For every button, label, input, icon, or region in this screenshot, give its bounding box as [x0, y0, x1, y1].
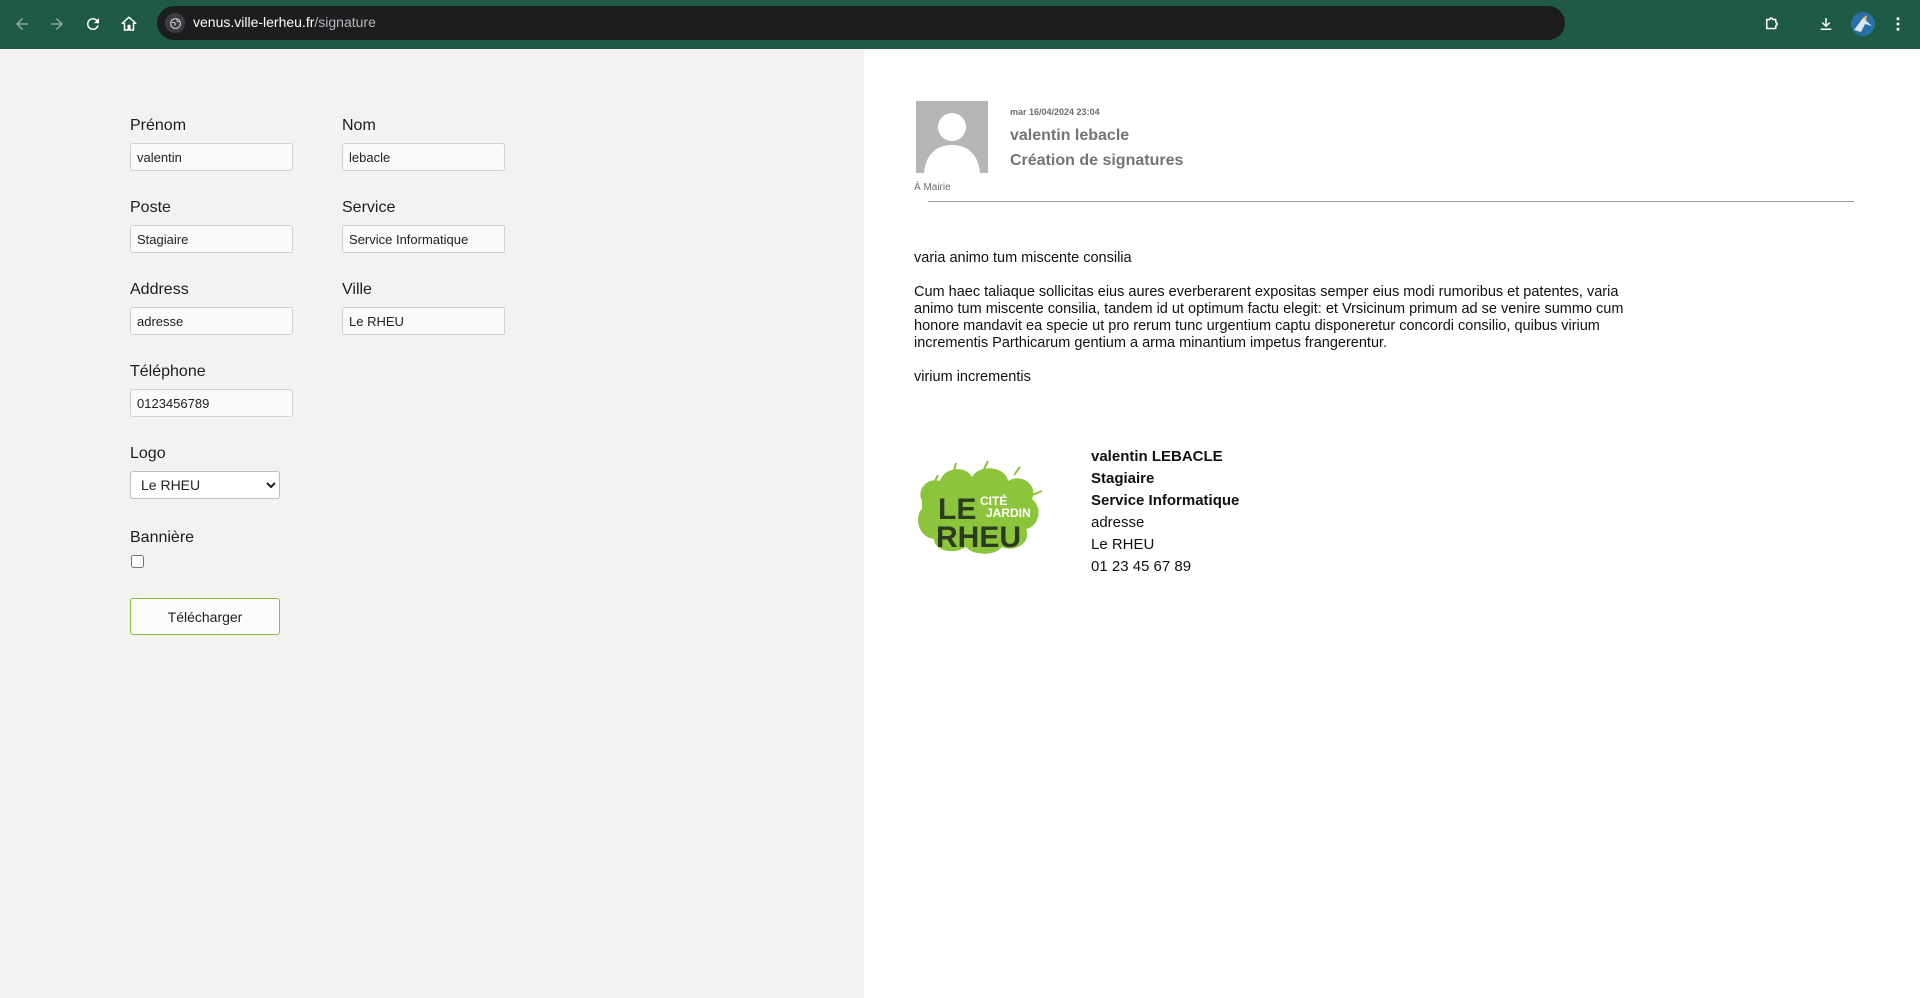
- site-info-icon[interactable]: [165, 13, 185, 33]
- message-recipient: À Mairie: [914, 182, 951, 193]
- lastname-label: Nom: [342, 117, 376, 134]
- reload-button[interactable]: [79, 10, 107, 38]
- back-button[interactable]: [8, 10, 36, 38]
- banner-label: Bannière: [130, 529, 195, 546]
- signature-details: valentin LEBACLE Stagiaire Service Infor…: [1091, 446, 1239, 578]
- lastname-field: Nom: [342, 117, 505, 171]
- forward-button[interactable]: [43, 10, 71, 38]
- more-vertical-icon: [1896, 17, 1900, 31]
- banner-checkbox[interactable]: [131, 555, 144, 568]
- message-date: mar 16/04/2024 23:04: [1010, 107, 1100, 117]
- profile-avatar[interactable]: [1851, 12, 1875, 36]
- position-input[interactable]: [130, 225, 293, 253]
- city-field: Ville: [342, 281, 505, 335]
- signature-phone: 01 23 45 67 89: [1091, 558, 1192, 575]
- address-bar[interactable]: venus.ville-lerheu.fr/signature: [157, 6, 1565, 40]
- city-input[interactable]: [342, 307, 505, 335]
- service-input[interactable]: [342, 225, 505, 253]
- position-field: Poste: [130, 199, 293, 253]
- header-divider: [928, 201, 1854, 202]
- sender-avatar-icon: [916, 101, 988, 173]
- message-sender: valentin lebacle: [1010, 127, 1130, 144]
- url-path: /signature: [314, 14, 376, 30]
- firstname-label: Prénom: [130, 117, 187, 134]
- reload-icon: [86, 18, 99, 31]
- menu-button[interactable]: [1884, 10, 1912, 38]
- message-subject: Création de signatures: [1010, 152, 1184, 169]
- download-button[interactable]: Télécharger: [130, 598, 280, 635]
- signature-name: valentin LEBACLE: [1091, 448, 1223, 465]
- download-icon: [1820, 18, 1832, 30]
- service-field: Service: [342, 199, 505, 253]
- address-label: Address: [130, 281, 189, 298]
- phone-field: Téléphone: [130, 363, 293, 417]
- body-paragraph-2: Cum haec taliaque sollicitas eius aures …: [914, 284, 1624, 351]
- signature-form: Prénom Nom Poste Service Address Ville T…: [0, 49, 864, 998]
- home-icon: [121, 16, 137, 31]
- logo-label: Logo: [130, 445, 166, 462]
- phone-label: Téléphone: [130, 363, 206, 380]
- address-field: Address: [130, 281, 293, 335]
- url-text: venus.ville-lerheu.fr/signature: [193, 14, 376, 30]
- arrow-right-icon: [51, 18, 63, 30]
- url-host: venus.ville-lerheu.fr: [193, 14, 315, 30]
- le-rheu-logo: LE CITÉ JARDIN RHEU: [914, 460, 1044, 555]
- browser-toolbar: venus.ville-lerheu.fr/signature: [0, 0, 1920, 49]
- firstname-field: Prénom: [130, 117, 293, 171]
- logo-text-rheu: RHEU: [936, 521, 1021, 554]
- signature-service: Service Informatique: [1091, 492, 1240, 509]
- address-input[interactable]: [130, 307, 293, 335]
- banner-field: Bannière: [130, 529, 293, 573]
- logo-select[interactable]: Le RHEU: [130, 471, 280, 499]
- phone-input[interactable]: [130, 389, 293, 417]
- signature-address: adresse: [1091, 514, 1145, 531]
- lastname-input[interactable]: [342, 143, 505, 171]
- body-paragraph-3: virium incrementis: [914, 369, 1031, 385]
- home-button[interactable]: [115, 10, 143, 38]
- signature-city: Le RHEU: [1091, 536, 1155, 553]
- body-paragraph-1: varia animo tum miscente consilia: [914, 250, 1132, 266]
- extensions-button[interactable]: [1758, 10, 1786, 38]
- firstname-input[interactable]: [130, 143, 293, 171]
- position-label: Poste: [130, 199, 171, 216]
- email-preview: mar 16/04/2024 23:04 valentin lebacle Cr…: [864, 49, 1920, 998]
- logo-text-jardin: JARDIN: [986, 506, 1031, 520]
- city-label: Ville: [342, 281, 372, 298]
- downloads-button[interactable]: [1812, 10, 1840, 38]
- signature-position: Stagiaire: [1091, 470, 1155, 487]
- logo-field: Logo Le RHEU: [130, 445, 293, 499]
- service-label: Service: [342, 199, 396, 216]
- arrow-left-icon: [16, 18, 28, 30]
- puzzle-icon: [1766, 17, 1778, 30]
